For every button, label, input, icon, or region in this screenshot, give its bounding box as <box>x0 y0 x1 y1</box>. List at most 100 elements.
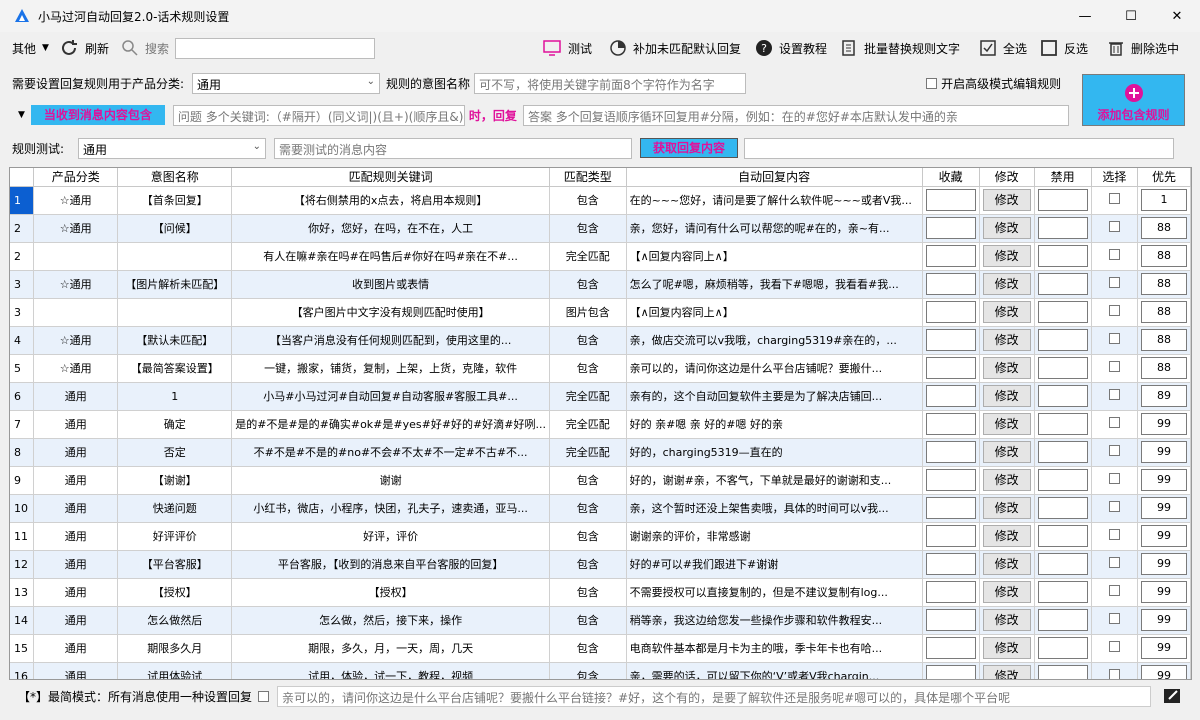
edit-button[interactable]: 修改 <box>982 581 1031 603</box>
disable-input[interactable] <box>1037 357 1088 379</box>
batch-replace-button[interactable]: 批量替换规则文字 <box>840 39 960 57</box>
priority-input[interactable]: 99 <box>1140 413 1187 435</box>
favorite-input[interactable] <box>925 329 976 351</box>
keywords-input[interactable]: 问题 多个关键词:（#隔开）(同义词|)(且+)(顺序且&) <box>172 104 465 126</box>
simple-reply-input[interactable]: 亲可以的，请问你这边是什么平台店铺呢？要搬什么平台链接？#好，这个有的，是要了解… <box>277 685 1152 707</box>
table-row[interactable]: 5 ☆通用 【最简答案设置】 一键，搬家，铺货，复制，上架，上货，克隆，软件 包含 亲可以… <box>10 354 1191 383</box>
table-row[interactable]: 14 通用 怎么做然后 怎么做，然后，接下来，操作 包含 稍等亲，我这边给您发一些操作步骤… <box>10 606 1191 635</box>
test-message-input[interactable]: 需要测试的消息内容 <box>274 137 633 159</box>
simple-mode-checkbox[interactable] <box>258 690 270 702</box>
table-row[interactable]: 9 通用 【谢谢】 谢谢 包含 好的，谢谢#亲，不客气，下单就是最好的谢谢和支... 修改 9… <box>10 466 1191 495</box>
favorite-input[interactable] <box>925 245 976 267</box>
row-select-checkbox[interactable] <box>1108 501 1120 512</box>
disable-input[interactable] <box>1037 637 1088 659</box>
table-row[interactable]: 13 通用 【授权】 【授权】 包含 不需要授权可以直接复制的，但是不建议复制有log..… <box>10 578 1191 607</box>
edit-button[interactable]: 修改 <box>982 413 1031 435</box>
priority-input[interactable]: 99 <box>1140 497 1187 519</box>
disable-input[interactable] <box>1037 525 1088 547</box>
table-row[interactable]: 11 通用 好评评价 好评，评价 包含 谢谢亲的评价，非常感谢 修改 99 <box>10 522 1191 551</box>
priority-input[interactable]: 1 <box>1140 189 1187 211</box>
edit-icon[interactable] <box>1163 687 1183 705</box>
priority-input[interactable]: 99 <box>1140 609 1187 631</box>
row-select-checkbox[interactable] <box>1108 641 1120 652</box>
edit-button[interactable]: 修改 <box>982 245 1031 267</box>
invert-selection-button[interactable]: 反选 <box>1040 39 1088 57</box>
edit-button[interactable]: 修改 <box>982 217 1031 239</box>
row-select-checkbox[interactable] <box>1108 669 1120 679</box>
favorite-input[interactable] <box>925 665 976 679</box>
search-input[interactable] <box>174 37 375 59</box>
edit-button[interactable]: 修改 <box>982 637 1031 659</box>
disable-input[interactable] <box>1037 665 1088 679</box>
get-reply-button[interactable]: 获取回复内容 <box>640 138 739 158</box>
table-row[interactable]: 4 ☆通用 【默认未匹配】 【当客户消息没有任何规则匹配到，使用这里的... 包含 亲，做… <box>10 326 1191 355</box>
priority-input[interactable]: 88 <box>1140 357 1187 379</box>
favorite-input[interactable] <box>925 497 976 519</box>
fill-default-button[interactable]: 补加未匹配默认回复 <box>609 39 741 57</box>
disable-input[interactable] <box>1037 441 1088 463</box>
table-row[interactable]: 7 通用 确定 是的#不是#是的#确实#ok#是#yes#好#好的#好滴#好咧... 完… <box>10 410 1191 439</box>
favorite-input[interactable] <box>925 553 976 575</box>
edit-button[interactable]: 修改 <box>982 301 1031 323</box>
row-select-checkbox[interactable] <box>1108 613 1120 624</box>
other-menu[interactable]: 其他 ▼ <box>12 40 49 57</box>
edit-button[interactable]: 修改 <box>982 329 1031 351</box>
edit-button[interactable]: 修改 <box>982 441 1031 463</box>
priority-input[interactable]: 99 <box>1140 637 1187 659</box>
edit-button[interactable]: 修改 <box>982 385 1031 407</box>
row-select-checkbox[interactable] <box>1108 277 1120 288</box>
tutorial-button[interactable]: ? 设置教程 <box>755 39 827 57</box>
favorite-input[interactable] <box>925 637 976 659</box>
add-rule-button[interactable]: 添加包含规则 <box>1082 74 1185 126</box>
answer-input[interactable]: 答案 多个回复语顺序循环回复用#分隔，例如：在的#您好#本店默认发中通的亲 <box>522 104 1069 126</box>
disable-input[interactable] <box>1037 273 1088 295</box>
priority-input[interactable]: 88 <box>1140 217 1187 239</box>
table-row[interactable]: 3 【客户图片中文字没有规则匹配时使用】 图片包含 【∧回复内容同上∧】 修改 88 <box>10 298 1191 327</box>
row-select-checkbox[interactable] <box>1108 585 1120 596</box>
favorite-input[interactable] <box>925 609 976 631</box>
table-row[interactable]: 8 通用 否定 不#不是#不是的#no#不会#不太#不一定#不古#不... 完全匹配 好的… <box>10 438 1191 467</box>
test-button[interactable]: 测试 <box>542 39 592 57</box>
match-type-dropdown[interactable]: ▼ <box>18 110 25 120</box>
disable-input[interactable] <box>1037 329 1088 351</box>
delete-selected-button[interactable]: 删除选中 <box>1107 39 1179 57</box>
favorite-input[interactable] <box>925 581 976 603</box>
table-row[interactable]: 2 ☆通用 【问候】 你好，您好，在吗，在不在，人工 包含 亲，您好，请问有什么可以帮您的… <box>10 214 1191 243</box>
table-row[interactable]: 3 ☆通用 【图片解析未匹配】 收到图片或表情 包含 怎么了呢#嗯，麻烦稍等，我看下#嗯嗯… <box>10 270 1191 299</box>
category-select[interactable]: 通用 ⌄ <box>192 72 381 94</box>
row-select-checkbox[interactable] <box>1108 445 1120 456</box>
row-select-checkbox[interactable] <box>1108 529 1120 540</box>
close-button[interactable]: ✕ <box>1154 0 1200 32</box>
edit-button[interactable]: 修改 <box>982 469 1031 491</box>
edit-button[interactable]: 修改 <box>982 553 1031 575</box>
row-select-checkbox[interactable] <box>1108 305 1120 316</box>
priority-input[interactable]: 88 <box>1140 245 1187 267</box>
row-select-checkbox[interactable] <box>1108 221 1120 232</box>
refresh-button[interactable]: 刷新 <box>59 38 109 58</box>
table-row[interactable]: 1 ☆通用 【首条回复】 【将右侧禁用的x点去，将启用本规则】 包含 在的~~~您好，请问… <box>10 186 1191 215</box>
table-row[interactable]: 12 通用 【平台客服】 平台客服，【收到的消息来自平台客服的回复】 包含 好的#可以#我… <box>10 550 1191 579</box>
priority-input[interactable]: 88 <box>1140 273 1187 295</box>
disable-input[interactable] <box>1037 189 1088 211</box>
table-row[interactable]: 10 通用 快递问题 小红书，微店，小程序，快团，孔夫子，速卖通，亚马... 包含 亲，这… <box>10 494 1191 523</box>
disable-input[interactable] <box>1037 301 1088 323</box>
advanced-mode-checkbox[interactable] <box>926 77 938 89</box>
row-select-checkbox[interactable] <box>1108 389 1120 400</box>
test-category-select[interactable]: 通用 ⌄ <box>78 137 267 159</box>
priority-input[interactable]: 99 <box>1140 581 1187 603</box>
favorite-input[interactable] <box>925 385 976 407</box>
edit-button[interactable]: 修改 <box>982 357 1031 379</box>
disable-input[interactable] <box>1037 581 1088 603</box>
table-row[interactable]: 15 通用 期限多久月 期限，多久，月，一天，周，几天 包含 电商软件基本都是月卡为主的哦… <box>10 634 1191 663</box>
favorite-input[interactable] <box>925 413 976 435</box>
favorite-input[interactable] <box>925 301 976 323</box>
priority-input[interactable]: 99 <box>1140 469 1187 491</box>
intent-name-input[interactable]: 可不写，将使用关键字前面8个字符作为名字 <box>474 72 747 94</box>
edit-button[interactable]: 修改 <box>982 273 1031 295</box>
favorite-input[interactable] <box>925 273 976 295</box>
priority-input[interactable]: 89 <box>1140 385 1187 407</box>
disable-input[interactable] <box>1037 609 1088 631</box>
disable-input[interactable] <box>1037 217 1088 239</box>
minimize-button[interactable]: — <box>1062 0 1108 32</box>
priority-input[interactable]: 99 <box>1140 525 1187 547</box>
